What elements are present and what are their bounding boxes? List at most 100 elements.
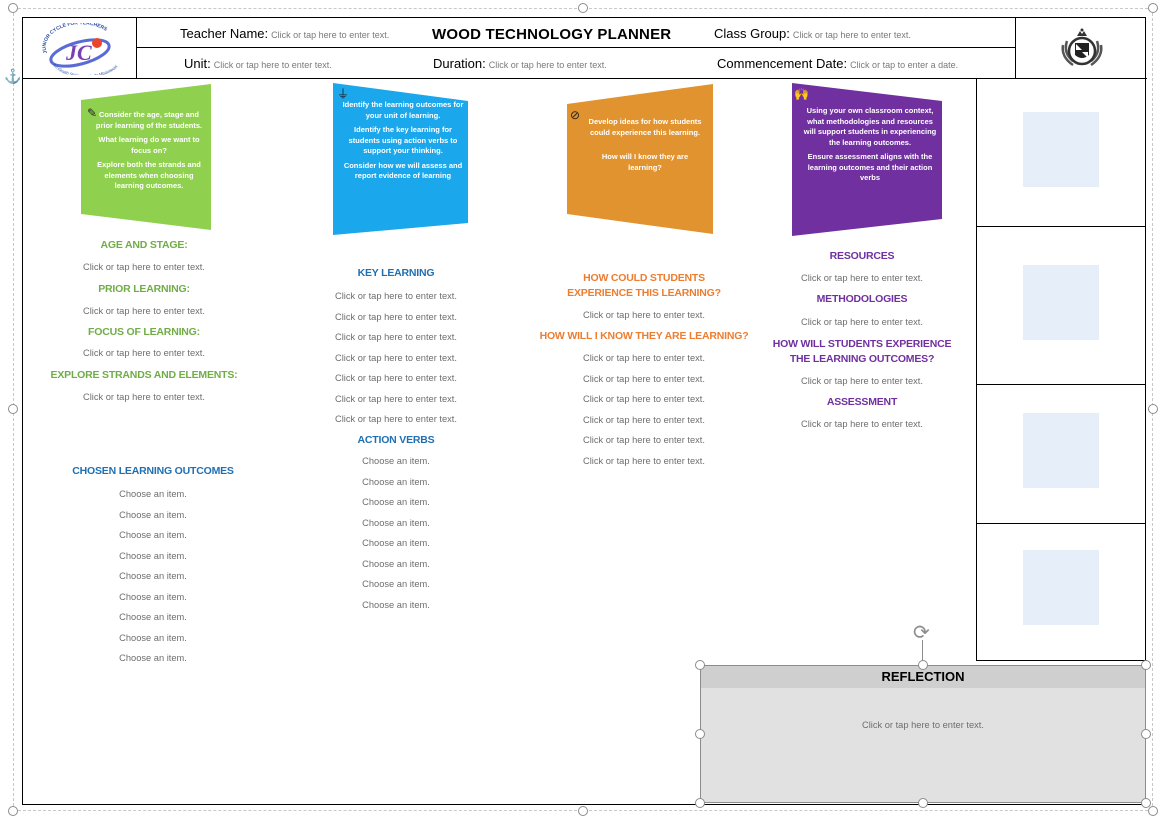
- assessment-input[interactable]: Click or tap here to enter text.: [763, 419, 961, 429]
- explore-heading: EXPLORE STRANDS AND ELEMENTS:: [50, 369, 238, 381]
- key-learning-input[interactable]: Click or tap here to enter text.: [297, 312, 495, 322]
- image-placeholder[interactable]: [1023, 112, 1099, 187]
- resize-handle-right[interactable]: [1148, 404, 1158, 414]
- reflection-input[interactable]: Click or tap here to enter text.: [701, 720, 1145, 730]
- person-arms-up-icon: 🙌: [794, 87, 809, 101]
- action-verb-dropdown[interactable]: Choose an item.: [297, 497, 495, 507]
- image-cell: [977, 227, 1146, 385]
- teacher-name-field[interactable]: Teacher Name: Click or tap here to enter …: [180, 18, 389, 48]
- resize-handle-bottom-left[interactable]: [8, 806, 18, 816]
- svg-text:JC: JC: [65, 40, 92, 65]
- panel-orange-text: Develop ideas for how students could exp…: [588, 117, 702, 172]
- action-verb-dropdown[interactable]: Choose an item.: [297, 559, 495, 569]
- resize-handle-top-right[interactable]: [1148, 3, 1158, 13]
- panel-blue: ⏚ Identify the learning outcomes for you…: [331, 81, 469, 237]
- resize-handle-bottom-right[interactable]: [1148, 806, 1158, 816]
- resources-input[interactable]: Click or tap here to enter text.: [763, 273, 961, 283]
- class-group-field[interactable]: Class Group: Click or tap here to enter t…: [714, 18, 911, 48]
- focus-input[interactable]: Click or tap here to enter text.: [43, 348, 245, 358]
- jct-logo: JC JUNIOR CYCLE FOR TEACHERS An tSraith …: [23, 18, 137, 79]
- know-input[interactable]: Click or tap here to enter text.: [533, 353, 755, 363]
- reflection-box[interactable]: REFLECTION Click or tap here to enter te…: [700, 665, 1146, 803]
- how-experience-input[interactable]: Click or tap here to enter text.: [763, 376, 961, 386]
- reflection-handle[interactable]: [1141, 660, 1151, 670]
- panel-purple: 🙌 Using your own classroom context, what…: [790, 81, 943, 237]
- key-learning-heading: KEY LEARNING: [357, 267, 435, 279]
- panel-green: ✎ Consider the age, stage and prior lear…: [79, 82, 213, 232]
- learning-outcome-dropdown[interactable]: Choose an item.: [63, 633, 243, 643]
- learning-outcome-dropdown[interactable]: Choose an item.: [63, 489, 243, 499]
- learning-outcome-dropdown[interactable]: Choose an item.: [63, 551, 243, 561]
- know-input[interactable]: Click or tap here to enter text.: [533, 435, 755, 445]
- image-placeholder[interactable]: [1023, 413, 1099, 488]
- prior-learning-input[interactable]: Click or tap here to enter text.: [43, 306, 245, 316]
- know-input[interactable]: Click or tap here to enter text.: [533, 394, 755, 404]
- unit-field[interactable]: Unit: Click or tap here to enter text.: [184, 48, 332, 78]
- resources-heading: RESOURCES: [829, 250, 895, 262]
- age-stage-heading: AGE AND STAGE:: [100, 239, 188, 251]
- resize-handle-top[interactable]: [578, 3, 588, 13]
- reflection-handle[interactable]: [918, 798, 928, 808]
- action-verb-dropdown[interactable]: Choose an item.: [297, 538, 495, 548]
- key-learning-input[interactable]: Click or tap here to enter text.: [297, 291, 495, 301]
- how-experience-heading: HOW WILL STUDENTS EXPERIENCE THE LEARNIN…: [772, 338, 952, 365]
- key-learning-input[interactable]: Click or tap here to enter text.: [297, 353, 495, 363]
- methodologies-input[interactable]: Click or tap here to enter text.: [763, 317, 961, 327]
- experience-input[interactable]: Click or tap here to enter text.: [533, 310, 755, 320]
- methodologies-heading: METHODOLOGIES: [816, 293, 908, 305]
- chosen-outcomes-heading: CHOSEN LEARNING OUTCOMES: [72, 465, 234, 477]
- key-learning-input[interactable]: Click or tap here to enter text.: [297, 414, 495, 424]
- prior-learning-heading: PRIOR LEARNING:: [98, 283, 190, 295]
- key-learning-list: Click or tap here to enter text. Click or…: [297, 291, 495, 424]
- action-verb-dropdown[interactable]: Choose an item.: [297, 600, 495, 610]
- column-2: KEY LEARNING Click or tap here to enter …: [297, 267, 495, 610]
- magnifier-check-icon: ⊘: [570, 108, 581, 122]
- reflection-handle[interactable]: [1141, 798, 1151, 808]
- reflection-handle[interactable]: [695, 729, 705, 739]
- action-verbs-list: Choose an item. Choose an item. Choose an …: [297, 456, 495, 610]
- resize-handle-bottom[interactable]: [578, 806, 588, 816]
- learning-outcome-dropdown[interactable]: Choose an item.: [63, 592, 243, 602]
- explore-input[interactable]: Click or tap here to enter text.: [43, 392, 245, 402]
- know-input[interactable]: Click or tap here to enter text.: [533, 456, 755, 466]
- unit-input[interactable]: Click or tap here to enter text.: [214, 60, 332, 70]
- teacher-name-input[interactable]: Click or tap here to enter text.: [271, 30, 389, 40]
- learning-outcome-dropdown[interactable]: Choose an item.: [63, 510, 243, 520]
- action-verb-dropdown[interactable]: Choose an item.: [297, 477, 495, 487]
- key-learning-input[interactable]: Click or tap here to enter text.: [297, 394, 495, 404]
- image-placeholder[interactable]: [1023, 550, 1099, 625]
- key-learning-input[interactable]: Click or tap here to enter text.: [297, 332, 495, 342]
- action-verb-dropdown[interactable]: Choose an item.: [297, 579, 495, 589]
- header-row-1: Teacher Name: Click or tap here to enter …: [137, 18, 1015, 48]
- reflection-handle[interactable]: [695, 798, 705, 808]
- know-heading: HOW WILL I KNOW THEY ARE LEARNING?: [539, 330, 749, 342]
- reflection-handle[interactable]: [1141, 729, 1151, 739]
- reflection-handle[interactable]: [695, 660, 705, 670]
- image-placeholder[interactable]: [1023, 265, 1099, 340]
- chosen-outcomes-section: CHOSEN LEARNING OUTCOMES Choose an item.…: [63, 465, 243, 663]
- key-learning-input[interactable]: Click or tap here to enter text.: [297, 373, 495, 383]
- age-stage-input[interactable]: Click or tap here to enter text.: [43, 262, 245, 272]
- know-input[interactable]: Click or tap here to enter text.: [533, 415, 755, 425]
- action-verb-dropdown[interactable]: Choose an item.: [297, 518, 495, 528]
- class-group-input[interactable]: Click or tap here to enter text.: [793, 30, 911, 40]
- page-title: WOOD TECHNOLOGY PLANNER: [432, 26, 672, 43]
- image-cell: [977, 385, 1146, 524]
- image-column: [976, 79, 1147, 661]
- school-crest: [1015, 18, 1147, 79]
- column-3: HOW COULD STUDENTS EXPERIENCE THIS LEARN…: [533, 271, 755, 466]
- learning-outcome-dropdown[interactable]: Choose an item.: [63, 571, 243, 581]
- commencement-date-picker[interactable]: Click or tap to enter a date.: [850, 60, 958, 70]
- commencement-date-field[interactable]: Commencement Date: Click or tap to enter …: [717, 48, 958, 78]
- action-verb-dropdown[interactable]: Choose an item.: [297, 456, 495, 466]
- duration-field[interactable]: Duration: Click or tap here to enter text…: [433, 48, 607, 78]
- learning-outcome-dropdown[interactable]: Choose an item.: [63, 653, 243, 663]
- jct-logo-icon: JC JUNIOR CYCLE FOR TEACHERS An tSraith …: [41, 23, 118, 75]
- duration-input[interactable]: Click or tap here to enter text.: [489, 60, 607, 70]
- resize-handle-top-left[interactable]: [8, 3, 18, 13]
- learning-outcome-dropdown[interactable]: Choose an item.: [63, 530, 243, 540]
- reflection-handle[interactable]: [918, 660, 928, 670]
- learning-outcome-dropdown[interactable]: Choose an item.: [63, 612, 243, 622]
- know-input[interactable]: Click or tap here to enter text.: [533, 374, 755, 384]
- resize-handle-left[interactable]: [8, 404, 18, 414]
